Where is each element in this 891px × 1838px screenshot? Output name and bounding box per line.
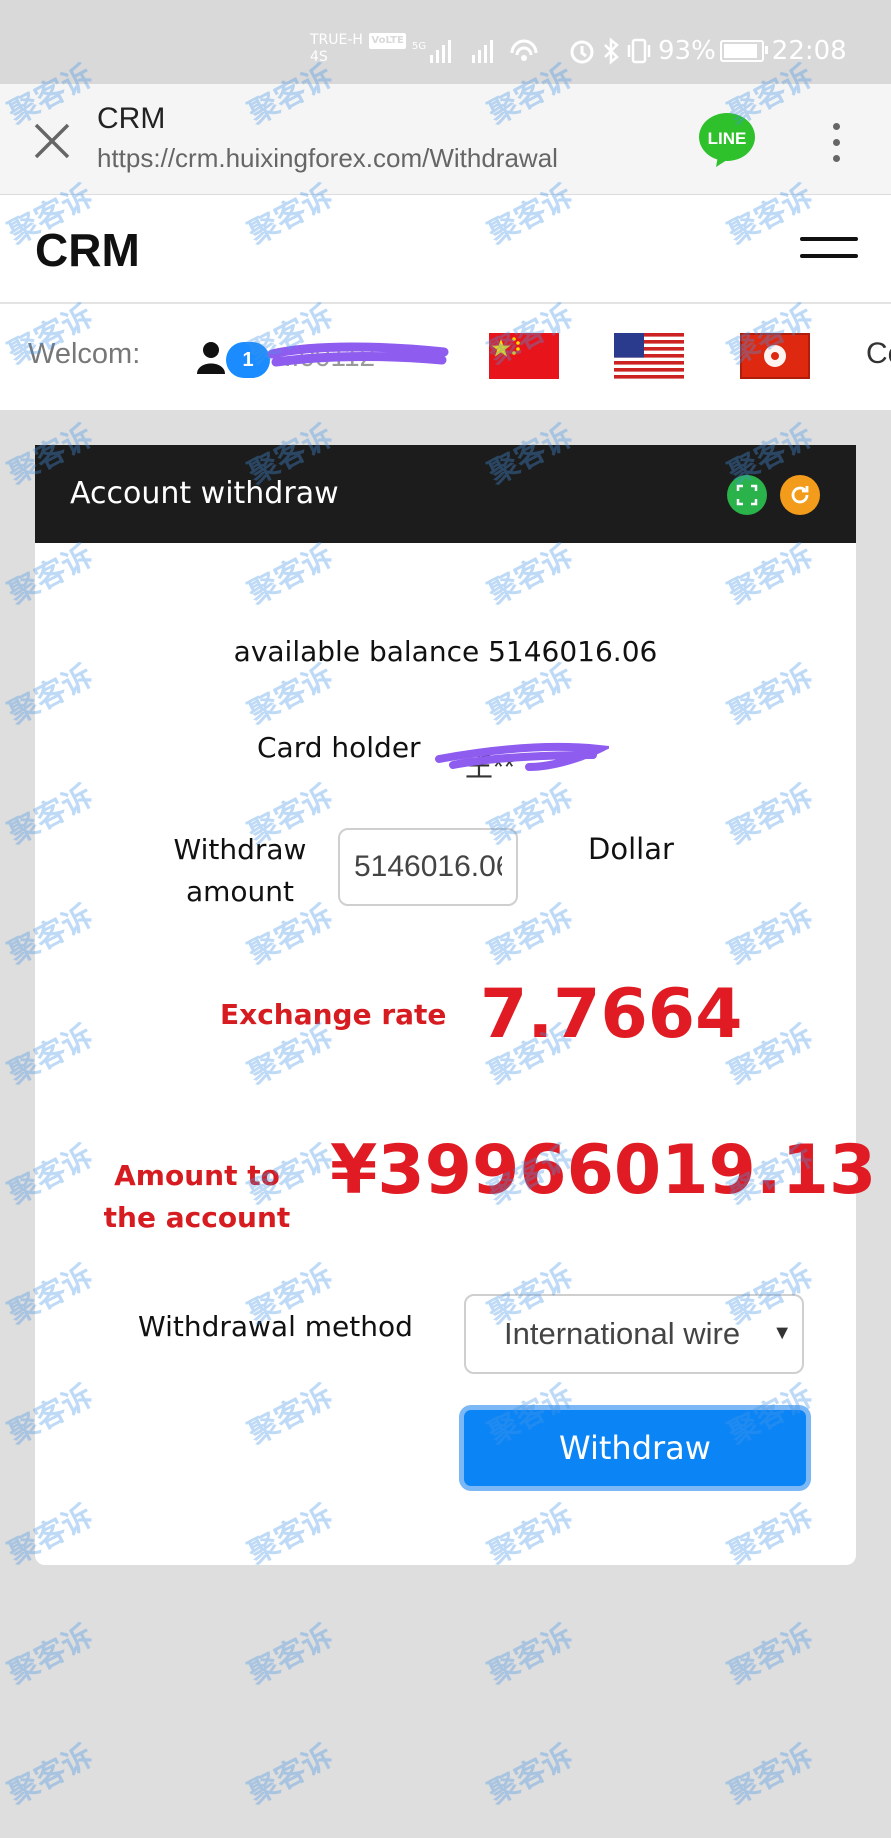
exchange-rate-value: 7.7664	[480, 975, 743, 1054]
currency-unit: Dollar	[588, 832, 674, 866]
line-label: LINE	[708, 129, 747, 148]
watermark-text: 聚客诉	[242, 1618, 339, 1692]
redaction-mark	[267, 342, 449, 367]
user-icon[interactable]	[197, 342, 225, 374]
refresh-button[interactable]	[780, 475, 820, 515]
us-flag-icon[interactable]	[614, 333, 684, 379]
menu-icon[interactable]	[800, 237, 858, 265]
carrier-info: TRUE-H VoLTE 4S	[310, 32, 406, 65]
fullscreen-icon	[736, 484, 758, 506]
carrier-sub: 4S	[310, 49, 328, 65]
watermark-text: 聚客诉	[2, 1618, 99, 1692]
card-holder-label: Card holder	[257, 731, 421, 764]
watermark-text: 聚客诉	[722, 1738, 819, 1812]
welcome-label: Welcom:	[28, 338, 141, 370]
notification-badge[interactable]: 1	[226, 342, 270, 378]
browser-bar: CRM https://crm.huixingforex.com/Withdra…	[0, 84, 891, 195]
redaction-mark	[435, 742, 609, 771]
amount-to-account-label: Amount to the account	[103, 1159, 291, 1234]
chevron-down-icon: ▼	[772, 1322, 792, 1344]
site-header: CRM	[0, 195, 891, 304]
clock: 22:08	[771, 36, 847, 66]
signal-icon: 5G	[412, 39, 538, 63]
close-button[interactable]	[28, 117, 76, 165]
withdraw-card: Account withdraw available balance 51460…	[35, 445, 876, 1565]
site-logo: CRM	[35, 224, 140, 276]
svg-text:5G: 5G	[412, 41, 426, 52]
bluetooth-icon	[604, 37, 619, 65]
exchange-rate-label: Exchange rate	[220, 998, 447, 1031]
china-flag-icon[interactable]	[489, 333, 559, 379]
withdraw-amount-label: Withdraw amount	[173, 833, 307, 908]
vibrate-icon	[627, 38, 651, 64]
available-balance: available balance 5146016.06	[233, 635, 658, 668]
status-right: 93% 22:08	[568, 36, 847, 66]
withdrawal-method-select[interactable]: International wire ▼	[464, 1294, 804, 1374]
amount-to-account-value: ¥39966019.13	[330, 1131, 877, 1210]
alarm-icon	[570, 40, 594, 64]
more-languages[interactable]: Co	[866, 337, 891, 371]
battery-icon	[719, 40, 768, 62]
withdraw-amount-input[interactable]	[338, 828, 518, 906]
carrier-name: TRUE-H	[310, 32, 363, 48]
status-bar: TRUE-H VoLTE 4S 5G 93% 22:08	[0, 0, 891, 84]
card-header: Account withdraw	[35, 445, 856, 543]
battery-fill	[723, 44, 758, 58]
network-type: VoLTE	[369, 33, 406, 49]
watermark-text: 聚客诉	[482, 1738, 579, 1812]
more-options-button[interactable]	[818, 116, 854, 168]
watermark-text: 聚客诉	[482, 1618, 579, 1692]
withdrawal-method-value: International wire	[504, 1316, 741, 1351]
withdrawal-method-label: Withdrawal method	[138, 1310, 413, 1343]
watermark-text: 聚客诉	[722, 1618, 819, 1692]
fullscreen-button[interactable]	[727, 475, 767, 515]
watermark-text: 聚客诉	[2, 1738, 99, 1812]
refresh-icon	[791, 486, 809, 504]
close-icon	[34, 123, 70, 159]
withdraw-button[interactable]: Withdraw	[459, 1405, 811, 1491]
watermark-text: 聚客诉	[242, 1738, 339, 1812]
card-title: Account withdraw	[70, 476, 339, 511]
hong-kong-flag-icon[interactable]	[740, 333, 810, 379]
battery-percent: 93%	[658, 36, 716, 66]
page-title: CRM	[97, 102, 166, 135]
page-url: https://crm.huixingforex.com/Withdrawal	[97, 143, 558, 173]
line-share-button[interactable]: LINE	[698, 112, 756, 168]
